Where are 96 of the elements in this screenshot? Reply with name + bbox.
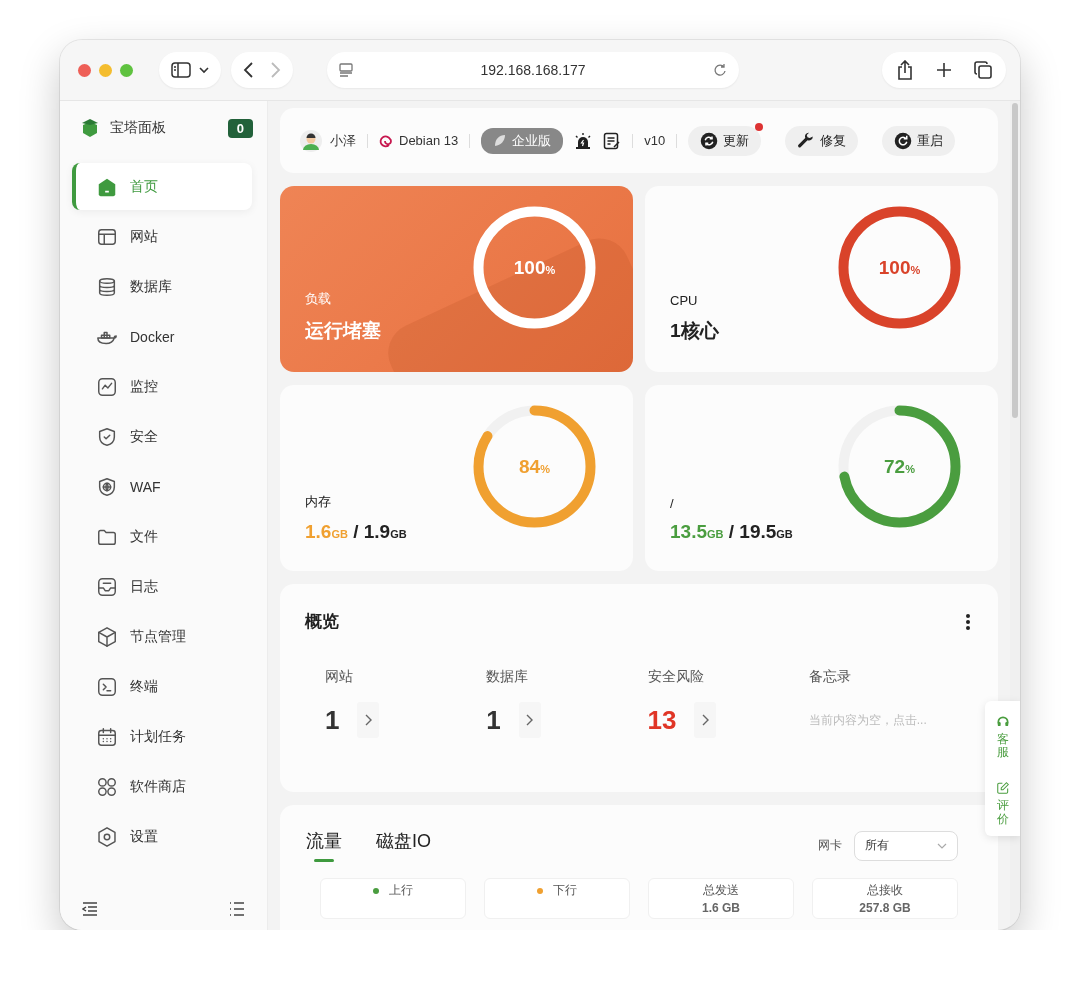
tab[interactable]: 磁盘IO — [376, 829, 431, 862]
nic-select[interactable]: 所有 — [854, 830, 958, 861]
gauge-percent: 100% — [513, 256, 556, 279]
collapse-icon[interactable] — [82, 902, 98, 916]
sidebar-toggle-button[interactable] — [159, 52, 221, 88]
settings-icon — [96, 825, 118, 848]
stat-count[interactable]: 1 — [486, 704, 501, 736]
panel-title: 宝塔面板 — [110, 119, 167, 137]
chevron-down-icon — [937, 842, 947, 849]
sidebar-item[interactable]: 软件商店 — [72, 763, 252, 810]
gauge-card[interactable]: 内存 1.6GB / 1.9GB 84% — [280, 385, 633, 571]
calendar-icon — [96, 725, 118, 748]
sidebar-item[interactable]: 计划任务 — [72, 713, 252, 760]
sidebar-icon — [171, 62, 191, 78]
gauge-percent: 72% — [884, 455, 915, 478]
stat-value: 1.6 GB — [702, 901, 740, 915]
stat-value: 257.8 GB — [859, 901, 911, 915]
restart-button[interactable]: 重启 — [882, 125, 956, 156]
stat-label: 安全风险 — [647, 668, 704, 684]
gauge-label: CPU — [670, 293, 699, 308]
update-button[interactable]: 更新 — [688, 125, 762, 156]
reload-icon[interactable] — [713, 63, 727, 77]
sidebar-item[interactable]: 设置 — [72, 813, 252, 860]
gauge-card[interactable]: / 13.5GB / 19.5GB 72% — [645, 385, 998, 571]
apps-icon — [96, 775, 118, 798]
stat-label: 总发送 — [703, 882, 739, 899]
ring-track — [483, 405, 535, 440]
restart-icon — [894, 131, 913, 150]
sidebar-item[interactable]: Docker — [72, 313, 252, 360]
notes-icon[interactable] — [603, 131, 622, 150]
close-button[interactable] — [78, 63, 91, 77]
avatar-icon — [300, 129, 322, 152]
update-icon — [700, 131, 719, 150]
stat-count[interactable]: 13 — [647, 704, 677, 736]
version-label: v10 — [644, 133, 666, 148]
logo-icon — [80, 118, 100, 138]
stat-label: 下行 — [553, 882, 577, 899]
tabs-icon[interactable] — [974, 61, 992, 79]
chevron-down-icon — [199, 66, 209, 74]
usage-value: 1.6GB / 1.9GB — [305, 521, 407, 543]
gauge-card[interactable]: CPU 1核心 100% — [645, 186, 998, 372]
gauge-percent: 100% — [878, 256, 921, 279]
wrench-button[interactable]: 修复 — [785, 125, 859, 156]
database-icon — [96, 275, 118, 298]
section-title: 概览 — [305, 611, 339, 633]
swirl-logo-icon — [379, 132, 393, 149]
edit-icon — [995, 781, 1010, 796]
list-icon[interactable] — [229, 902, 245, 916]
stat-label: 上行 — [389, 882, 413, 899]
stat-label: 数据库 — [486, 668, 529, 684]
gauge-value: 运行堵塞 — [305, 319, 381, 343]
cube-icon — [96, 625, 118, 648]
gauge-percent: 84% — [519, 455, 550, 478]
terminal-icon — [96, 675, 118, 698]
page-icon — [339, 63, 353, 77]
notification-count[interactable]: 0 — [227, 118, 253, 138]
float-link[interactable]: 评价 — [996, 799, 1009, 826]
waf-icon — [96, 475, 118, 498]
nic-label: 网卡 — [818, 837, 842, 854]
sidebar-item[interactable]: 安全 — [72, 413, 252, 460]
sidebar-item[interactable]: 终端 — [72, 663, 252, 710]
user-name[interactable]: 小泽 — [330, 131, 356, 150]
stat-count[interactable]: 1 — [325, 704, 340, 736]
leaf-icon — [493, 134, 507, 147]
alarm-icon[interactable] — [574, 131, 593, 150]
plus-icon[interactable] — [936, 62, 952, 78]
stat-label: 备忘录 — [808, 668, 851, 684]
os-version: Debian 13 — [399, 133, 459, 148]
headset-icon — [995, 715, 1010, 729]
sidebar-item[interactable]: 日志 — [72, 563, 252, 610]
sidebar-item[interactable]: 网站 — [72, 213, 252, 260]
sidebar-item[interactable]: 节点管理 — [72, 613, 252, 660]
gauge-label: 负载 — [305, 290, 332, 308]
monitor-icon — [96, 375, 118, 398]
sidebar-item[interactable]: 监控 — [72, 363, 252, 410]
edition-badge[interactable]: 企业版 — [481, 127, 564, 154]
gauge-value: 1核心 — [670, 319, 719, 343]
shield-icon — [96, 425, 118, 448]
share-icon[interactable] — [896, 60, 914, 80]
stat-label: 总接收 — [867, 882, 903, 899]
sidebar-item[interactable]: WAF — [72, 463, 252, 510]
address-bar[interactable]: 192.168.168.177 — [327, 52, 739, 88]
stat-label: 网站 — [325, 668, 353, 684]
more-icon[interactable] — [966, 613, 970, 630]
tab[interactable]: 流量 — [306, 829, 342, 862]
sidebar-item[interactable]: 数据库 — [72, 263, 252, 310]
log-icon — [96, 575, 118, 598]
back-icon[interactable] — [243, 61, 255, 79]
float-link[interactable]: 客服 — [996, 733, 1009, 760]
scrollbar-thumb[interactable] — [1012, 103, 1018, 418]
gauge-label: / — [670, 496, 675, 511]
wrench-icon — [797, 131, 816, 150]
sidebar-item[interactable]: 首页 — [72, 163, 252, 210]
gauge-label: 内存 — [305, 493, 332, 511]
sidebar-item[interactable]: 文件 — [72, 513, 252, 560]
usage-value: 13.5GB / 19.5GB — [670, 521, 793, 543]
